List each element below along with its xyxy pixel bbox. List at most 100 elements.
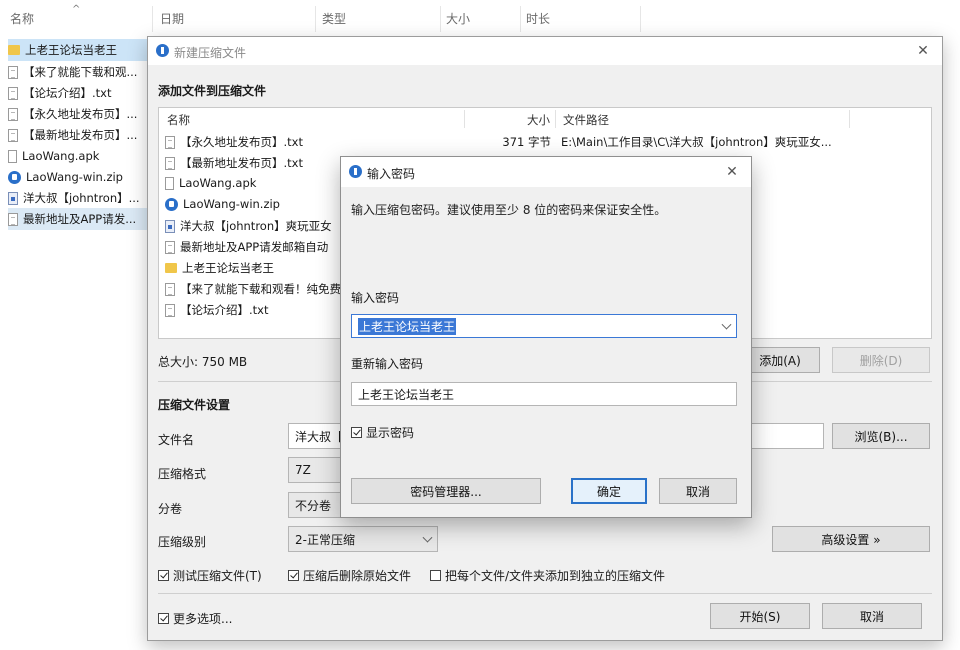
- more-options-checkbox[interactable]: 更多选项...: [158, 610, 232, 627]
- filename-label: 文件名: [158, 433, 195, 447]
- folder-icon: [8, 45, 20, 55]
- file-row-name: LaoWang.apk: [179, 176, 257, 190]
- explorer-item-label: 【最新地址发布页】...: [23, 128, 138, 142]
- file-row-name: 【论坛介绍】.txt: [180, 303, 269, 317]
- app-logo-icon: [156, 44, 169, 57]
- list-header-size[interactable]: 大小: [527, 112, 550, 128]
- add-files-section-title: 添加文件到压缩文件: [158, 84, 267, 98]
- document-icon: [165, 303, 175, 317]
- separate-archives-checkbox[interactable]: 把每个文件/文件夹添加到独立的压缩文件: [430, 567, 665, 584]
- list-header-path[interactable]: 文件路径: [563, 112, 609, 128]
- reenter-password-value: 上老王论坛当老王: [358, 387, 455, 402]
- file-row-name: 【来了就能下载和观看！纯免费: [180, 282, 341, 296]
- column-date[interactable]: 日期: [160, 10, 184, 27]
- archive-icon: [8, 170, 21, 184]
- app-logo-icon: [349, 165, 362, 178]
- document-icon: [165, 282, 175, 296]
- browse-button[interactable]: 浏览(B)...: [832, 423, 930, 449]
- explorer-item-label: 【来了就能下载和观...: [23, 65, 138, 79]
- delete-button[interactable]: 删除(D): [832, 347, 930, 373]
- apk-icon: [165, 176, 174, 190]
- checkbox-checked-icon: [351, 427, 362, 438]
- show-password-checkbox[interactable]: 显示密码: [351, 424, 414, 441]
- checkbox-checked-icon: [158, 613, 169, 624]
- show-password-label: 显示密码: [366, 426, 415, 440]
- enter-password-input[interactable]: 上老王论坛当老王: [351, 314, 737, 338]
- sort-up-icon: ^: [72, 4, 81, 15]
- explorer-item-label: 【永久地址发布页】...: [23, 107, 138, 121]
- close-icon[interactable]: ✕: [721, 162, 743, 182]
- folder-icon: [165, 263, 177, 273]
- explorer-item[interactable]: 【永久地址发布页】...: [8, 103, 148, 125]
- password-manager-button[interactable]: 密码管理器...: [351, 478, 541, 504]
- explorer-item-label: LaoWang-win.zip: [26, 170, 123, 184]
- cancel-button[interactable]: 取消: [822, 603, 922, 629]
- file-row-name: 最新地址及APP请发邮箱自动: [180, 240, 329, 254]
- column-name[interactable]: 名称: [10, 10, 34, 27]
- explorer-item-label: 上老王论坛当老王: [25, 43, 117, 57]
- test-archive-checkbox[interactable]: 测试压缩文件(T): [158, 567, 262, 584]
- level-value: 2-正常压缩: [295, 532, 355, 547]
- column-duration[interactable]: 时长: [526, 10, 550, 27]
- file-row-name: 上老王论坛当老王: [182, 261, 274, 275]
- explorer-header: 名称 ^ 日期 类型 大小 时长: [0, 0, 960, 38]
- chevron-down-icon: [422, 532, 433, 543]
- document-icon: [8, 86, 18, 100]
- format-label: 压缩格式: [158, 467, 207, 481]
- file-row-size: 371 字节: [502, 135, 551, 149]
- delete-source-checkbox[interactable]: 压缩后删除原始文件: [288, 567, 411, 584]
- explorer-item-label: 最新地址及APP请发...: [23, 212, 137, 226]
- dialog-titlebar[interactable]: 新建压缩文件 ✕: [148, 37, 942, 65]
- explorer-item[interactable]: LaoWang-win.zip: [8, 166, 148, 188]
- enter-password-value: 上老王论坛当老王: [358, 317, 457, 335]
- ok-button[interactable]: 确定: [571, 478, 647, 504]
- file-row[interactable]: 【永久地址发布页】.txt 371 字节 E:\Main\工作目录\C\洋大叔【…: [165, 132, 925, 153]
- explorer-item-label: 洋大叔【johntron】...: [23, 191, 140, 205]
- checkbox-checked-icon: [158, 570, 169, 581]
- document-icon: [165, 135, 175, 149]
- file-row-name: LaoWang-win.zip: [183, 197, 280, 211]
- document-icon: [165, 240, 175, 254]
- explorer-item[interactable]: 洋大叔【johntron】...: [8, 187, 148, 209]
- explorer-item[interactable]: 上老王论坛当老王: [8, 39, 148, 61]
- reenter-password-label: 重新输入密码: [351, 357, 424, 371]
- explorer-item[interactable]: 【最新地址发布页】...: [8, 124, 148, 146]
- separate-archives-label: 把每个文件/文件夹添加到独立的压缩文件: [445, 569, 666, 583]
- advanced-settings-button[interactable]: 高级设置 »: [772, 526, 930, 552]
- explorer-item[interactable]: 最新地址及APP请发...: [8, 208, 148, 230]
- more-options-label: 更多选项...: [173, 612, 233, 626]
- total-size: 总大小: 750 MB: [158, 355, 248, 369]
- level-select[interactable]: 2-正常压缩: [288, 526, 438, 552]
- image-icon: [8, 191, 18, 205]
- password-cancel-button[interactable]: 取消: [659, 478, 737, 504]
- file-row-name: 【永久地址发布页】.txt: [180, 135, 303, 149]
- split-label: 分卷: [158, 502, 183, 516]
- enter-password-label: 输入密码: [351, 291, 400, 305]
- column-type[interactable]: 类型: [322, 10, 346, 27]
- document-icon: [8, 107, 18, 121]
- test-archive-label: 测试压缩文件(T): [173, 569, 262, 583]
- explorer-item[interactable]: 【论坛介绍】.txt: [8, 82, 148, 104]
- list-header-name[interactable]: 名称: [167, 112, 190, 128]
- column-size[interactable]: 大小: [446, 10, 470, 27]
- add-button[interactable]: 添加(A): [740, 347, 820, 373]
- document-icon: [8, 128, 18, 142]
- chevron-down-icon[interactable]: [721, 319, 732, 330]
- split-value: 不分卷: [295, 498, 332, 513]
- explorer-item-label: LaoWang.apk: [22, 149, 100, 163]
- explorer-item[interactable]: LaoWang.apk: [8, 145, 148, 167]
- checkbox-checked-icon: [288, 570, 299, 581]
- file-row-path: E:\Main\工作目录\C\洋大叔【johntron】爽玩亚女...: [561, 135, 832, 149]
- explorer-item[interactable]: 【来了就能下载和观...: [8, 61, 148, 83]
- archive-icon: [165, 197, 178, 211]
- format-value: 7Z: [295, 463, 311, 477]
- password-hint: 输入压缩包密码。建议使用至少 8 位的密码来保证安全性。: [351, 203, 667, 217]
- file-row-name: 洋大叔【johntron】爽玩亚女: [180, 219, 332, 233]
- reenter-password-input[interactable]: 上老王论坛当老王: [351, 382, 737, 406]
- password-dialog-titlebar[interactable]: 输入密码 ✕: [341, 157, 751, 187]
- apk-icon: [8, 149, 17, 163]
- document-icon: [8, 212, 18, 226]
- dialog-title: 新建压缩文件: [174, 46, 247, 60]
- close-icon[interactable]: ✕: [912, 41, 934, 61]
- start-button[interactable]: 开始(S): [710, 603, 810, 629]
